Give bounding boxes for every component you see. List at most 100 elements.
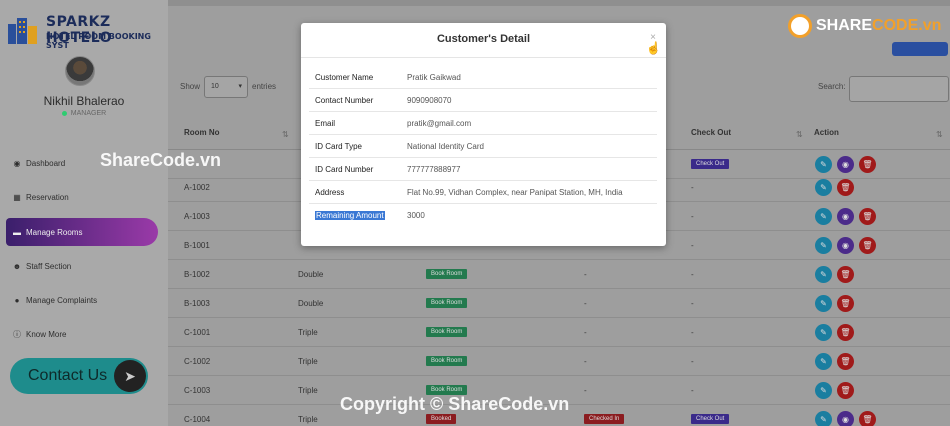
search-input[interactable] bbox=[849, 76, 949, 102]
eye-icon[interactable]: ◉ bbox=[837, 237, 854, 254]
contact-us-label: Contact Us bbox=[28, 367, 108, 384]
top-action-button[interactable] bbox=[892, 42, 948, 56]
check-in-value: - bbox=[584, 299, 587, 308]
check-out-badge[interactable]: Check Out bbox=[691, 159, 730, 169]
sort-icon[interactable]: ⇅ bbox=[936, 130, 943, 139]
table-row: C-1001 Triple Book Room - - ✎ 🗑 bbox=[168, 318, 950, 347]
dashboard-icon: ◉ bbox=[13, 158, 21, 168]
sharecode-logo-icon bbox=[788, 14, 812, 38]
table-row: B-1003 Double Book Room - - ✎ 🗑 bbox=[168, 289, 950, 318]
detail-row-id-card-number: ID Card Number 777777888977 bbox=[309, 158, 657, 181]
delete-icon[interactable]: 🗑 bbox=[837, 295, 854, 312]
sidebar-item-reservation[interactable]: ▦ Reservation bbox=[6, 183, 158, 211]
book-room-badge[interactable]: Book Room bbox=[426, 298, 468, 308]
room-type: Double bbox=[298, 299, 324, 308]
edit-icon[interactable]: ✎ bbox=[815, 353, 832, 370]
sharecode-watermark-logo: SHARECODE.vn bbox=[788, 12, 946, 40]
check-out-value: - bbox=[691, 270, 694, 279]
contact-us-button[interactable]: Contact Us ➤ bbox=[10, 358, 148, 394]
room-type: Triple bbox=[298, 357, 318, 366]
users-icon: ☻ bbox=[12, 261, 22, 271]
column-header-room-no[interactable]: Room No bbox=[184, 128, 220, 137]
edit-icon[interactable]: ✎ bbox=[815, 237, 832, 254]
room-type: Triple bbox=[298, 328, 318, 337]
room-number: A-1003 bbox=[184, 212, 210, 221]
delete-icon[interactable]: 🗑 bbox=[859, 237, 876, 254]
edit-icon[interactable]: ✎ bbox=[815, 295, 832, 312]
eye-icon[interactable]: ◉ bbox=[837, 208, 854, 225]
sidebar-item-label: Reservation bbox=[26, 192, 69, 202]
edit-icon[interactable]: ✎ bbox=[815, 266, 832, 283]
online-status-dot bbox=[61, 110, 67, 116]
edit-icon[interactable]: ✎ bbox=[815, 179, 832, 196]
check-out-value: - bbox=[691, 328, 694, 337]
eye-icon[interactable]: ◉ bbox=[837, 411, 854, 426]
edit-icon[interactable]: ✎ bbox=[815, 411, 832, 426]
delete-icon[interactable]: 🗑 bbox=[859, 411, 876, 426]
edit-icon[interactable]: ✎ bbox=[815, 208, 832, 225]
bed-icon: ▬ bbox=[13, 227, 21, 237]
sort-icon[interactable]: ⇅ bbox=[796, 130, 803, 139]
delete-icon[interactable]: 🗑 bbox=[837, 353, 854, 370]
column-header-check-out[interactable]: Check Out bbox=[691, 128, 731, 137]
modal-divider bbox=[301, 57, 666, 58]
check-in-value: - bbox=[584, 386, 587, 395]
detail-value: 9090908070 bbox=[407, 96, 452, 105]
chevron-down-icon: ▾ bbox=[238, 83, 242, 90]
detail-value: 777777888977 bbox=[407, 165, 461, 174]
brand-subtitle: HOTEL ROOM BOOKING SYST bbox=[46, 32, 151, 50]
room-number: C-1001 bbox=[184, 328, 211, 337]
room-number: B-1002 bbox=[184, 270, 210, 279]
room-number: C-1002 bbox=[184, 357, 211, 366]
detail-label: ID Card Type bbox=[315, 142, 362, 151]
delete-icon[interactable]: 🗑 bbox=[859, 156, 876, 173]
check-in-value: - bbox=[584, 328, 587, 337]
check-out-value: - bbox=[691, 241, 694, 250]
sidebar-item-label: Staff Section bbox=[26, 261, 72, 271]
edit-icon[interactable]: ✎ bbox=[815, 324, 832, 341]
sort-icon[interactable]: ⇅ bbox=[282, 130, 289, 139]
detail-value: National Identity Card bbox=[407, 142, 484, 151]
check-out-value: - bbox=[691, 357, 694, 366]
sharecode-watermark-text: SHARECODE.vn bbox=[816, 17, 942, 34]
detail-value: 3000 bbox=[407, 211, 425, 220]
calendar-icon: ▦ bbox=[13, 192, 21, 202]
entries-select[interactable]: 10 ▾ bbox=[204, 76, 248, 98]
brand-logo[interactable]: SPARKZ HOTELO HOTEL ROOM BOOKING SYST bbox=[6, 12, 164, 50]
telegram-icon: ➤ bbox=[114, 360, 146, 392]
detail-value: pratik@gmail.com bbox=[407, 119, 472, 128]
entries-select-value: 10 bbox=[211, 83, 219, 90]
delete-icon[interactable]: 🗑 bbox=[837, 179, 854, 196]
sharecode-watermark-center: ShareCode.vn bbox=[100, 150, 222, 170]
edit-icon[interactable]: ✎ bbox=[815, 156, 832, 173]
sidebar-item-staff-section[interactable]: ☻ Staff Section bbox=[6, 252, 158, 280]
book-room-badge[interactable]: Book Room bbox=[426, 356, 468, 366]
delete-icon[interactable]: 🗑 bbox=[837, 324, 854, 341]
hotel-building-icon bbox=[8, 18, 37, 44]
detail-row-address: Address Flat No.99, Vidhan Complex, near… bbox=[309, 181, 657, 204]
check-in-value: - bbox=[584, 357, 587, 366]
avatar bbox=[65, 56, 95, 86]
sidebar-item-label: Know More bbox=[26, 329, 67, 339]
check-out-badge[interactable]: Check Out bbox=[691, 414, 730, 424]
room-number: A-1002 bbox=[184, 183, 210, 192]
eye-icon[interactable]: ◉ bbox=[837, 156, 854, 173]
delete-icon[interactable]: 🗑 bbox=[837, 266, 854, 283]
detail-row-email: Email pratik@gmail.com bbox=[309, 112, 657, 135]
sidebar-item-label: Dashboard bbox=[26, 158, 66, 168]
delete-icon[interactable]: 🗑 bbox=[837, 382, 854, 399]
room-number: C-1003 bbox=[184, 386, 211, 395]
delete-icon[interactable]: 🗑 bbox=[859, 208, 876, 225]
copyright-watermark: Copyright © ShareCode.vn bbox=[340, 394, 570, 414]
edit-icon[interactable]: ✎ bbox=[815, 382, 832, 399]
booked-badge: Booked bbox=[426, 414, 457, 424]
sidebar-item-know-more[interactable]: ⓘ Know More bbox=[6, 320, 158, 348]
sidebar-item-manage-rooms[interactable]: ▬ Manage Rooms bbox=[6, 218, 158, 246]
detail-row-id-card-type: ID Card Type National Identity Card bbox=[309, 135, 657, 158]
user-role-label: MANAGER bbox=[70, 110, 107, 117]
modal-title: Customer's Detail bbox=[436, 33, 531, 45]
room-number: B-1001 bbox=[184, 241, 210, 250]
book-room-badge[interactable]: Book Room bbox=[426, 269, 468, 279]
sidebar-item-manage-complaints[interactable]: ● Manage Complaints bbox=[6, 286, 158, 314]
book-room-badge[interactable]: Book Room bbox=[426, 327, 468, 337]
